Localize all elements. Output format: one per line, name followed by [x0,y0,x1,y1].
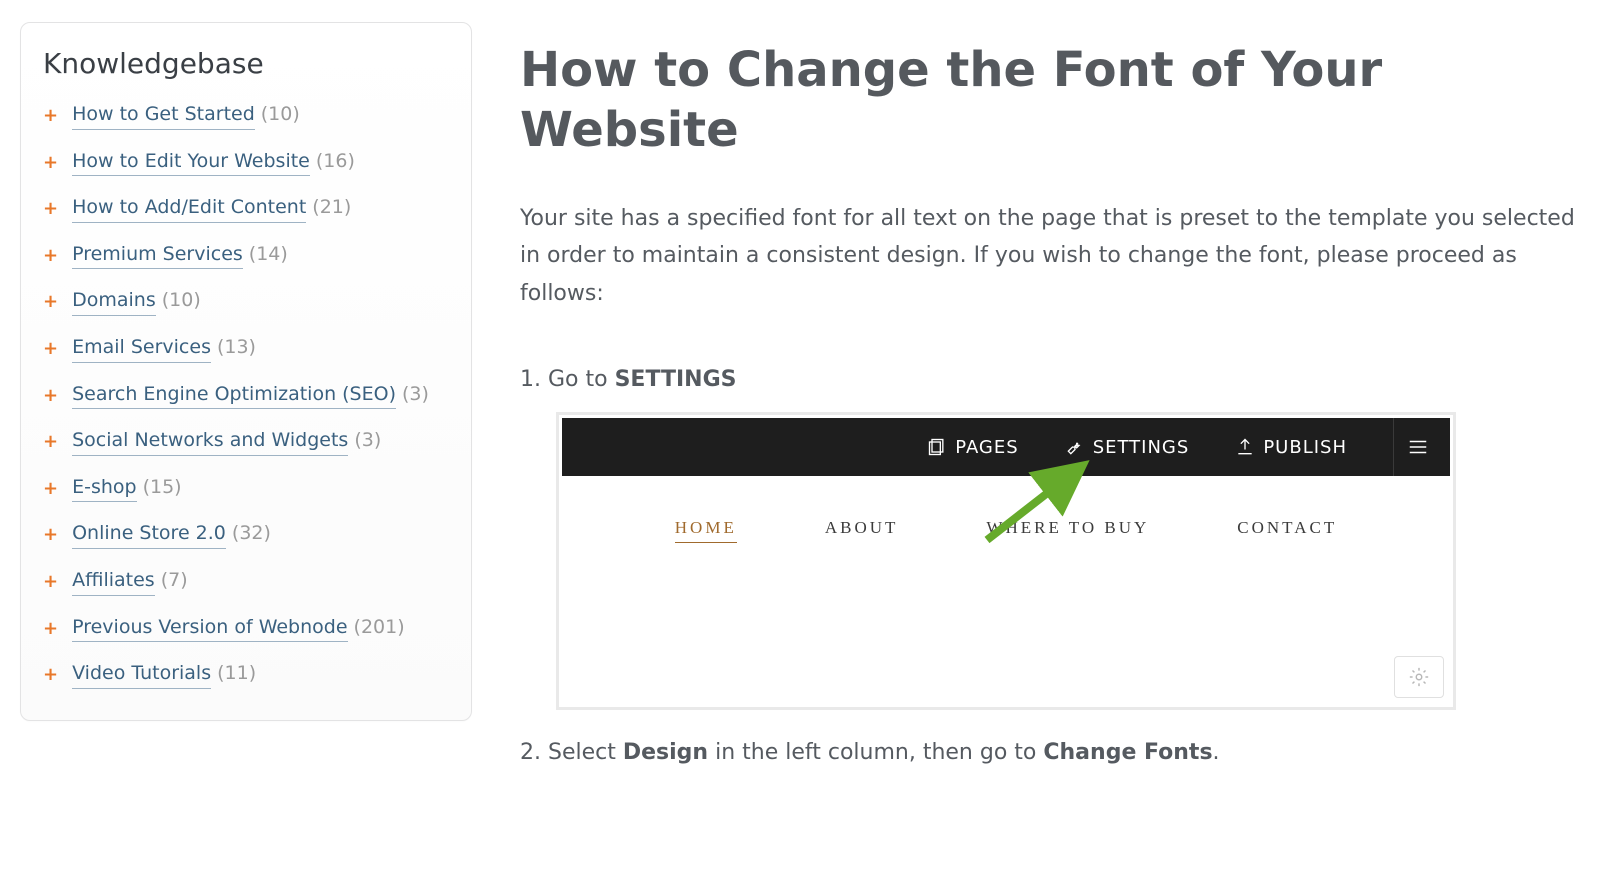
wrench-icon [1065,437,1085,457]
gear-icon [1408,666,1430,688]
topbar-menu-button[interactable] [1393,418,1442,476]
kb-link[interactable]: Social Networks and Widgets [72,427,348,456]
kb-count: (13) [217,334,256,361]
kb-count: (7) [161,567,188,594]
expand-icon[interactable]: + [43,336,58,361]
kb-item-affiliates[interactable]: + Affiliates (7) [43,558,449,605]
site-preview-nav: HOME ABOUT WHERE TO BUY CONTACT [562,518,1450,543]
kb-count: (3) [354,427,381,454]
step-1-prefix: 1. Go to [520,367,615,392]
editor-topbar: PAGES SETTINGS PUBLISH [562,418,1450,476]
kb-link[interactable]: Online Store 2.0 [72,520,226,549]
step-2: 2. Select Design in the left column, the… [520,740,1580,765]
expand-icon[interactable]: + [43,429,58,454]
screenshot-settings: PAGES SETTINGS PUBLISH HOME [556,412,1456,710]
kb-link[interactable]: Previous Version of Webnode [72,614,347,643]
upload-icon [1235,437,1255,457]
kb-item-seo[interactable]: + Search Engine Optimization (SEO) (3) [43,372,449,419]
kb-count: (21) [312,194,351,221]
step-2-suffix: . [1213,740,1220,765]
nav-contact[interactable]: CONTACT [1237,518,1337,543]
kb-item-premium-services[interactable]: + Premium Services (14) [43,232,449,279]
topbar-settings[interactable]: SETTINGS [1065,437,1190,458]
topbar-publish-label: PUBLISH [1263,437,1347,458]
kb-item-social-widgets[interactable]: + Social Networks and Widgets (3) [43,418,449,465]
topbar-publish[interactable]: PUBLISH [1235,437,1347,458]
expand-icon[interactable]: + [43,383,58,408]
kb-item-edit-website[interactable]: + How to Edit Your Website (16) [43,139,449,186]
expand-icon[interactable]: + [43,616,58,641]
topbar-pages[interactable]: PAGES [927,437,1018,458]
step-2-mid: in the left column, then go to [708,740,1043,765]
kb-link[interactable]: Affiliates [72,567,155,596]
kb-item-add-edit-content[interactable]: + How to Add/Edit Content (21) [43,185,449,232]
article: How to Change the Font of Your Website Y… [472,22,1580,783]
kb-link[interactable]: Video Tutorials [72,660,211,689]
kb-link[interactable]: Search Engine Optimization (SEO) [72,381,396,410]
kb-count: (11) [217,660,256,687]
expand-icon[interactable]: + [43,289,58,314]
kb-count: (15) [143,474,182,501]
kb-link[interactable]: Premium Services [72,241,243,270]
article-title: How to Change the Font of Your Website [520,40,1580,160]
kb-count: (32) [232,520,271,547]
kb-count: (10) [261,101,300,128]
kb-item-previous-version[interactable]: + Previous Version of Webnode (201) [43,605,449,652]
kb-item-video-tutorials[interactable]: + Video Tutorials (11) [43,651,449,698]
kb-count: (3) [402,381,429,408]
expand-icon[interactable]: + [43,476,58,501]
kb-item-get-started[interactable]: + How to Get Started (10) [43,92,449,139]
expand-icon[interactable]: + [43,569,58,594]
step-2-bold-design: Design [623,740,708,765]
step-1: 1. Go to SETTINGS [520,367,1580,392]
kb-link[interactable]: How to Edit Your Website [72,148,310,177]
expand-icon[interactable]: + [43,522,58,547]
kb-item-online-store[interactable]: + Online Store 2.0 (32) [43,511,449,558]
pages-icon [927,437,947,457]
kb-count: (14) [249,241,288,268]
kb-link[interactable]: How to Get Started [72,101,255,130]
step-2-prefix: 2. Select [520,740,623,765]
knowledgebase-list: + How to Get Started (10) + How to Edit … [43,92,449,698]
nav-home[interactable]: HOME [675,518,737,543]
kb-item-domains[interactable]: + Domains (10) [43,278,449,325]
kb-item-eshop[interactable]: + E-shop (15) [43,465,449,512]
kb-link[interactable]: How to Add/Edit Content [72,194,306,223]
knowledgebase-sidebar: Knowledgebase + How to Get Started (10) … [20,22,472,721]
step-1-bold: SETTINGS [615,367,737,392]
kb-link[interactable]: E-shop [72,474,137,503]
step-2-bold-change-fonts: Change Fonts [1043,740,1212,765]
expand-icon[interactable]: + [43,662,58,687]
kb-count: (10) [162,287,201,314]
topbar-pages-label: PAGES [955,437,1018,458]
nav-about[interactable]: ABOUT [825,518,899,543]
topbar-settings-label: SETTINGS [1093,437,1190,458]
hamburger-icon [1407,436,1429,458]
nav-where-to-buy[interactable]: WHERE TO BUY [986,518,1149,543]
kb-count: (201) [354,614,405,641]
kb-link[interactable]: Domains [72,287,156,316]
preview-settings-button[interactable] [1394,656,1444,698]
expand-icon[interactable]: + [43,103,58,128]
kb-count: (16) [316,148,355,175]
expand-icon[interactable]: + [43,196,58,221]
article-lead: Your site has a specified font for all t… [520,200,1580,312]
expand-icon[interactable]: + [43,243,58,268]
sidebar-title: Knowledgebase [43,47,449,80]
kb-item-email-services[interactable]: + Email Services (13) [43,325,449,372]
kb-link[interactable]: Email Services [72,334,211,363]
expand-icon[interactable]: + [43,150,58,175]
